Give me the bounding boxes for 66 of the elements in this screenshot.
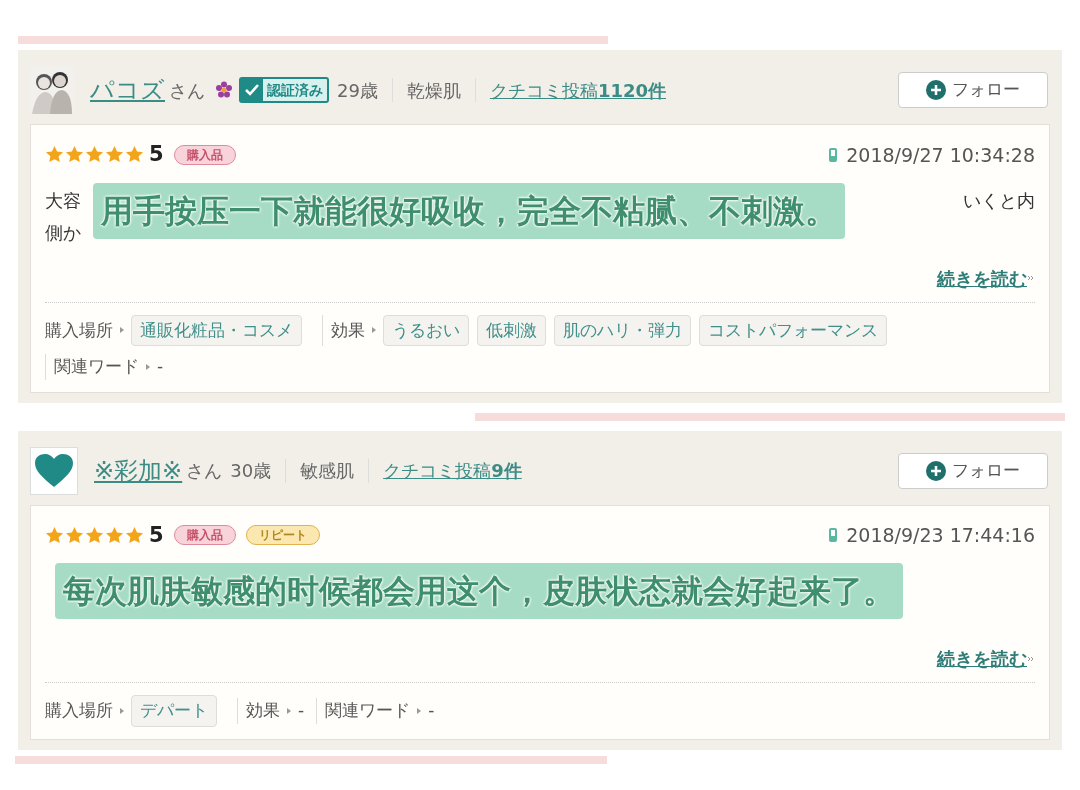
review-date: 2018/9/27 10:34:28 xyxy=(846,142,1035,168)
skin-type-label: 敏感肌 xyxy=(300,459,355,483)
subtitle-caption: 用手按压一下就能很好吸收，完全不粘腻、不刺激。 xyxy=(93,182,845,239)
star-icon xyxy=(105,145,124,165)
meta-value: - xyxy=(298,699,305,722)
meta-label: 効果 xyxy=(331,318,365,342)
user-name-link[interactable]: パコズ xyxy=(90,72,165,108)
star-icon xyxy=(45,525,64,545)
read-more-link[interactable]: 続きを読む xyxy=(937,264,1027,292)
rating-score: 5 xyxy=(149,521,164,549)
tag-chip[interactable]: 低刺激 xyxy=(477,314,546,346)
star-icon xyxy=(45,145,64,165)
review-tag: 購入品 xyxy=(173,525,236,546)
caret-icon xyxy=(286,706,292,715)
plus-icon xyxy=(926,460,946,481)
review-count-link[interactable]: クチコミ投稿9件 xyxy=(383,457,522,484)
age-label: 30歳 xyxy=(230,459,272,483)
meta-label: 購入場所 xyxy=(45,699,113,722)
review-tag: リピート xyxy=(245,525,320,546)
review-text: 側か xyxy=(45,220,81,245)
caret-icon xyxy=(145,362,151,371)
heart-icon xyxy=(34,452,74,489)
tag-chip[interactable]: 肌のハリ・弾力 xyxy=(554,314,691,346)
chevron-icon xyxy=(1027,274,1035,282)
meta-label: 関連ワード xyxy=(54,355,139,378)
star-icon xyxy=(105,525,124,545)
star-icon xyxy=(65,145,84,165)
star-icon xyxy=(65,525,84,545)
user-name-link[interactable]: ※彩加※ xyxy=(94,452,183,489)
meta-value: - xyxy=(157,355,164,378)
follow-button[interactable]: フォロー xyxy=(898,72,1048,108)
tag-chip[interactable]: デパート xyxy=(131,695,217,727)
rating-score: 5 xyxy=(149,141,164,168)
caret-icon xyxy=(119,706,125,715)
tag-chip[interactable]: 通販化粧品・コスメ xyxy=(131,314,302,346)
age-label: 29歳 xyxy=(337,78,378,103)
star-icon xyxy=(85,145,104,165)
tag-chip[interactable]: コストパフォーマンス xyxy=(699,314,887,346)
meta-label: 購入場所 xyxy=(45,318,113,342)
phone-icon xyxy=(828,527,839,544)
review-text: いくと内 xyxy=(963,188,1035,213)
star-icon xyxy=(85,525,104,545)
tag-chip[interactable]: うるおい xyxy=(383,314,469,346)
honorific-label: さん xyxy=(186,459,223,483)
meta-value: - xyxy=(428,699,435,722)
review-count-link[interactable]: クチコミ投稿1120件 xyxy=(489,76,666,104)
review-date: 2018/9/23 17:44:16 xyxy=(846,523,1035,548)
plus-icon xyxy=(926,80,946,100)
follow-button[interactable]: フォロー xyxy=(898,452,1048,489)
caret-icon xyxy=(119,326,125,335)
read-more-link[interactable]: 続きを読む xyxy=(937,645,1027,672)
chevron-icon xyxy=(1027,654,1035,663)
verified-label: 認証済み xyxy=(266,80,324,100)
caret-icon xyxy=(371,326,377,335)
meta-label: 関連ワード xyxy=(325,699,411,722)
review-text: 大容 xyxy=(45,188,81,213)
review-tag: 購入品 xyxy=(173,144,236,165)
subtitle-caption: 每次肌肤敏感的时候都会用这个，皮肤状态就会好起来了。 xyxy=(55,563,903,619)
check-icon xyxy=(245,84,259,96)
skin-type-label: 乾燥肌 xyxy=(406,78,461,103)
honorific-label: さん xyxy=(169,78,205,103)
star-icon xyxy=(125,145,144,165)
star-icon xyxy=(125,525,144,545)
caret-icon xyxy=(416,706,423,715)
phone-icon xyxy=(828,146,839,163)
meta-label: 効果 xyxy=(246,699,280,722)
